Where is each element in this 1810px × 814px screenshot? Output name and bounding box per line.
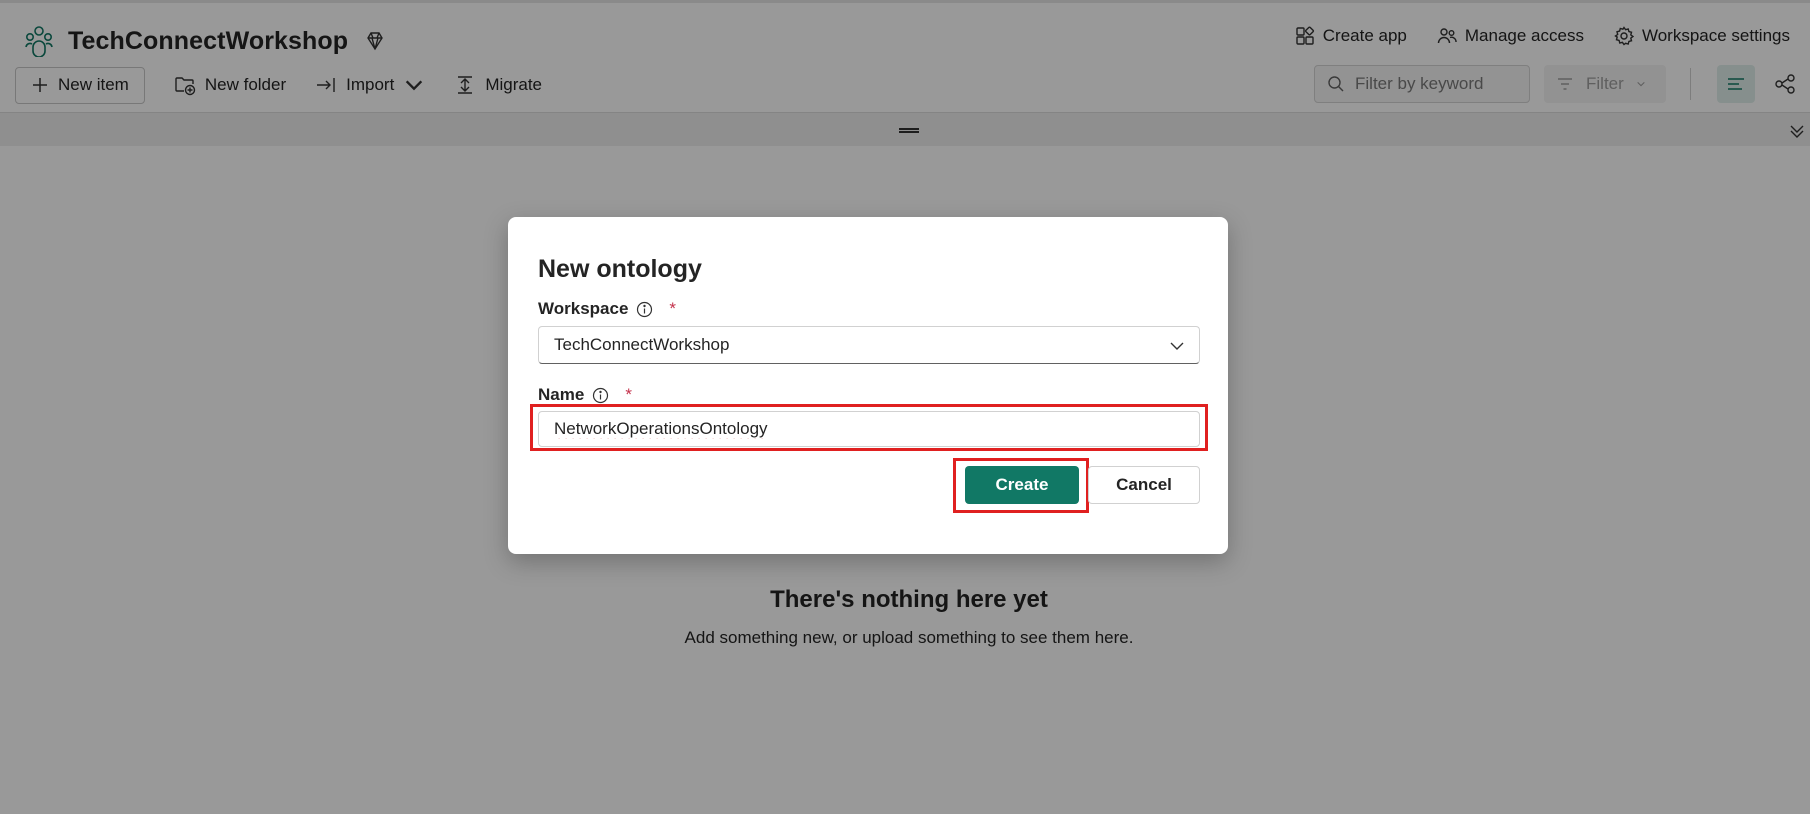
dialog-title: New ontology [538,255,702,283]
new-ontology-dialog: New ontology Workspace * TechConnectWork… [508,217,1228,554]
create-button[interactable]: Create [965,466,1079,504]
workspace-select[interactable]: TechConnectWorkshop [538,326,1200,364]
name-label-text: Name [538,385,585,404]
chevron-down-icon [1170,342,1184,350]
info-icon[interactable] [592,387,609,404]
workspace-select-value: TechConnectWorkshop [554,335,730,354]
workspace-field-label: Workspace * [538,299,676,319]
workspace-label-text: Workspace [538,299,629,318]
name-field-label: Name * [538,385,632,405]
name-input[interactable] [538,411,1200,447]
cancel-button[interactable]: Cancel [1088,466,1200,504]
required-asterisk: * [669,299,677,318]
required-asterisk: * [625,385,632,404]
info-icon[interactable] [636,301,653,318]
